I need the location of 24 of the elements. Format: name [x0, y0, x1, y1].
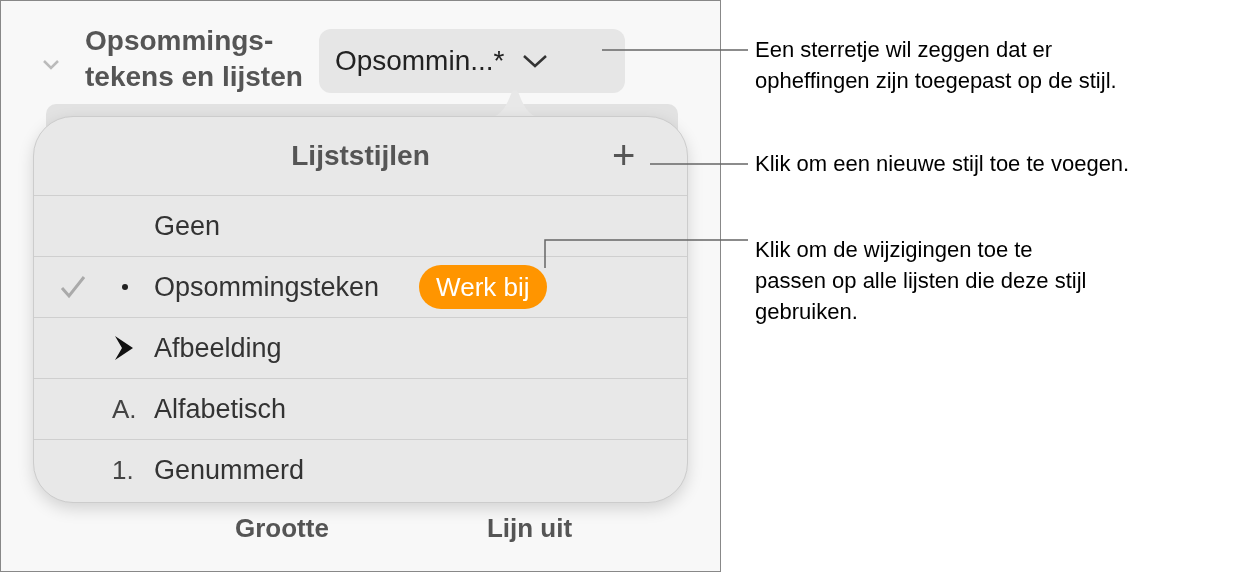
list-style-row[interactable]: 1. Genummerd: [34, 439, 687, 500]
list-style-row[interactable]: Opsommingsteken Werk bij: [34, 256, 687, 317]
style-dropdown[interactable]: Opsommin...*: [318, 29, 625, 93]
add-style-button[interactable]: +: [612, 135, 636, 175]
style-name: Geen: [154, 209, 221, 243]
callout-text: Klik om de wijzigingen toe te passen op alle lijsten die deze stijl gebruiken.: [755, 236, 1088, 326]
chevron-icon[interactable]: [41, 59, 61, 71]
section-title: Opsommings- tekens en lijsten: [85, 24, 303, 94]
style-name: Opsommingsteken: [154, 270, 380, 304]
popover-title: Lijststijlen: [291, 139, 430, 173]
callout-text: Klik om een nieuwe stijl toe te voegen.: [755, 150, 1131, 178]
callout-text: Een sterretje wil zeggen dat er opheffingen zijn toegepast op de stijl.: [755, 36, 1118, 95]
chevron-down-icon: [522, 54, 549, 68]
style-name: Genummerd: [154, 453, 305, 487]
list-style-row[interactable]: A. Alfabetisch: [34, 378, 687, 439]
control-label: Grootte: [235, 512, 329, 545]
list-marker: 1.: [112, 453, 134, 487]
list-style-row[interactable]: Geen: [34, 195, 687, 256]
bullet-icon: [122, 284, 128, 290]
control-label: Lijn uit: [486, 512, 573, 545]
style-name: Afbeelding: [154, 331, 282, 365]
style-name: Alfabetisch: [154, 392, 287, 426]
list-marker: A.: [112, 392, 137, 426]
list-style-row[interactable]: Afbeelding: [34, 317, 687, 378]
